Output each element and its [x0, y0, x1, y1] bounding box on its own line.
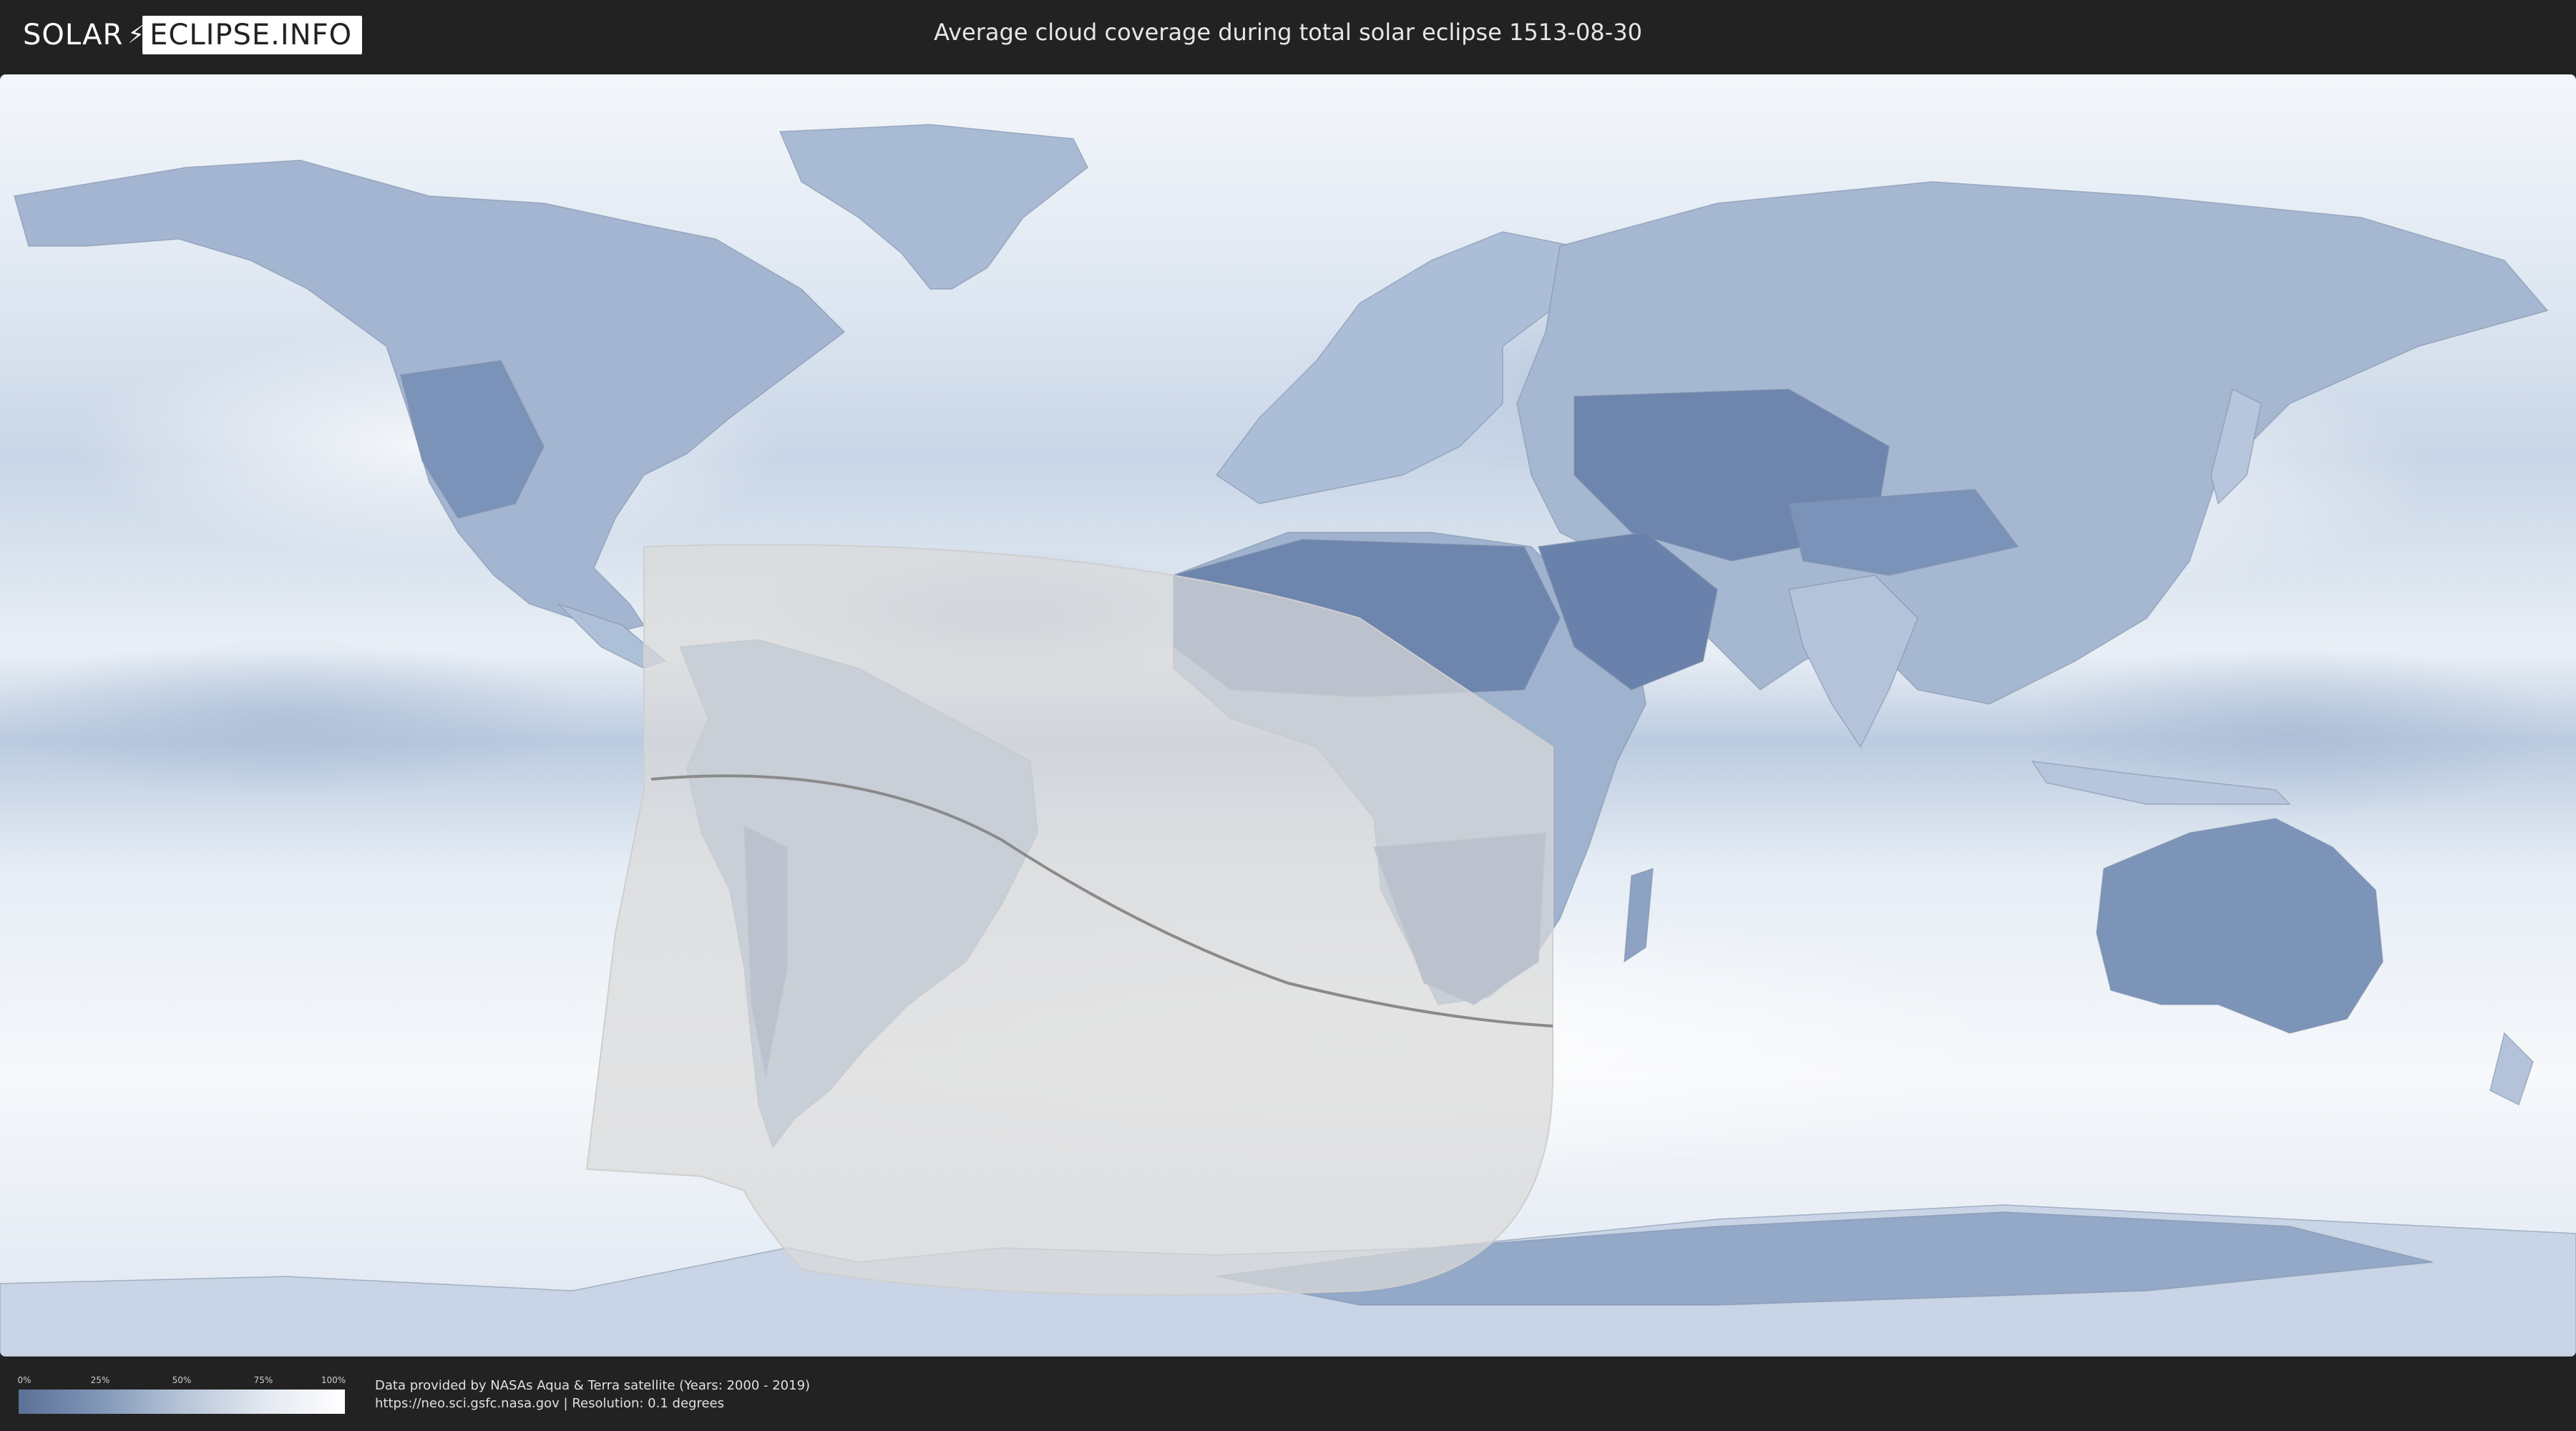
- legend-color-bar: [19, 1390, 345, 1414]
- legend-tick-25: 25%: [90, 1375, 110, 1385]
- header-bar: SOLAR ⚡ ECLIPSE.INFO Average cloud cover…: [0, 0, 2576, 72]
- cloud-coverage-map: [0, 74, 2576, 1357]
- legend-tick-50: 50%: [172, 1375, 192, 1385]
- credits-source: Data provided by NASAs Aqua & Terra sate…: [375, 1378, 811, 1393]
- legend-ticks: 0% 25% 50% 75% 100%: [17, 1375, 346, 1388]
- legend-tick-0: 0%: [17, 1375, 31, 1385]
- data-credits: Data provided by NASAs Aqua & Terra sate…: [375, 1377, 810, 1412]
- cloud-coverage-legend: 0% 25% 50% 75% 100%: [17, 1375, 346, 1414]
- legend-tick-100: 100%: [321, 1375, 346, 1385]
- page-title: Average cloud coverage during total sola…: [934, 19, 1642, 46]
- credits-url[interactable]: https://neo.sci.gsfc.nasa.gov | Resoluti…: [375, 1395, 810, 1412]
- legend-tick-75: 75%: [253, 1375, 273, 1385]
- eclipse-visibility-zone: [585, 544, 1553, 1296]
